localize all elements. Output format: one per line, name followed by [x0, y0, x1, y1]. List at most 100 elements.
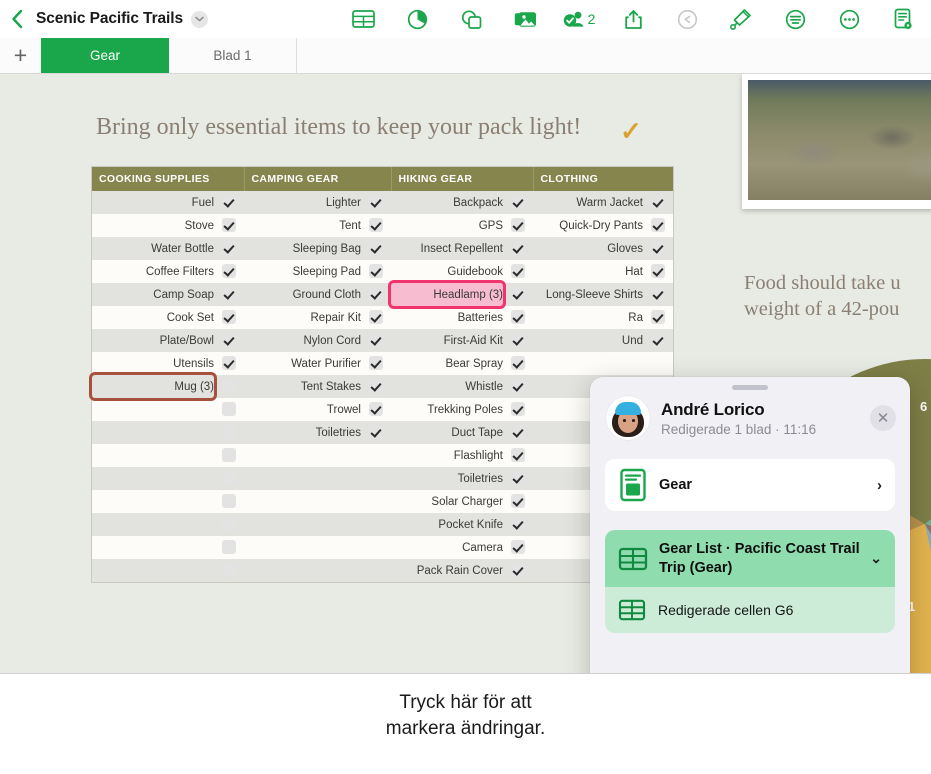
cell-camping[interactable]: Nylon Cord	[244, 329, 361, 352]
cell-hiking[interactable]: Backpack	[391, 191, 503, 214]
checkbox-cell-camping[interactable]	[361, 306, 391, 329]
checkbox-cell-hiking[interactable]	[503, 329, 533, 352]
cell-cooking[interactable]: Cook Set	[92, 306, 214, 329]
cell-cooking[interactable]	[92, 398, 214, 421]
activity-popover[interactable]: André Lorico Redigerade 1 blad · 11:16 ✕…	[590, 377, 910, 673]
cell-hiking[interactable]: Headlamp (3)	[388, 280, 506, 309]
cell-cooking[interactable]: Plate/Bowl	[92, 329, 214, 352]
checkbox-checked[interactable]	[651, 264, 665, 279]
table-row[interactable]: Camera	[92, 536, 673, 559]
format-brush-button[interactable]	[714, 0, 768, 38]
checkbox-unchecked[interactable]	[222, 402, 236, 417]
chevron-down-icon[interactable]: ⌄	[870, 550, 882, 567]
table-row[interactable]: TrowelTrekking PolesS	[92, 398, 673, 421]
checkbox-checked[interactable]	[369, 356, 383, 371]
checkbox-cell-cooking[interactable]	[214, 191, 244, 214]
checkbox-cell-camping[interactable]	[361, 260, 391, 283]
checkbox-cell-cooking[interactable]	[214, 352, 244, 375]
checkbox-checked[interactable]	[369, 218, 383, 233]
checkbox-checked[interactable]	[222, 333, 236, 348]
sheet-tab-gear[interactable]: Gear	[41, 38, 169, 73]
cell-camping[interactable]: Toiletries	[244, 421, 361, 444]
checkbox-checked[interactable]	[511, 333, 525, 348]
checkbox-checked[interactable]	[222, 218, 236, 233]
table-row[interactable]: Coffee Filters Sleeping Pad Guidebook Hat	[92, 260, 673, 283]
cell-hiking[interactable]: Batteries	[391, 306, 503, 329]
cell-hiking[interactable]: Flashlight	[391, 444, 503, 467]
cell-cooking[interactable]	[92, 421, 214, 444]
checkbox-checked[interactable]	[511, 287, 525, 302]
cell-hiking[interactable]: Guidebook	[391, 260, 503, 283]
sheet-tab-blad-1[interactable]: Blad 1	[169, 38, 297, 73]
cell-cooking[interactable]: Mug (3)	[89, 372, 217, 401]
cell-clothing[interactable]: Long-Sleeve Shirts	[533, 283, 643, 306]
checkbox-checked[interactable]	[222, 287, 236, 302]
cell-cooking[interactable]: Stove	[92, 214, 214, 237]
checkbox-unchecked[interactable]	[222, 494, 236, 509]
undo-button[interactable]	[660, 0, 714, 38]
checkbox-checked[interactable]	[369, 379, 383, 394]
cell-camping[interactable]	[244, 444, 361, 467]
checkbox-checked[interactable]	[511, 494, 525, 509]
checkbox-checked[interactable]	[369, 333, 383, 348]
checkbox-cell-camping[interactable]	[361, 536, 391, 559]
checkbox-cell-camping[interactable]	[361, 513, 391, 536]
checkbox-cell-hiking[interactable]	[503, 237, 533, 260]
close-icon[interactable]: ✕	[870, 405, 896, 431]
checkbox-checked[interactable]	[511, 310, 525, 325]
format-panel-button[interactable]	[768, 0, 822, 38]
checkbox-cell-cooking[interactable]	[214, 214, 244, 237]
checkbox-cell-hiking[interactable]	[503, 306, 533, 329]
checkbox-cell-clothing[interactable]	[643, 237, 673, 260]
checkbox-checked[interactable]	[511, 448, 525, 463]
sheet-canvas[interactable]: Bring only essential items to keep your …	[0, 74, 931, 674]
checkbox-cell-clothing[interactable]	[643, 283, 673, 306]
drag-handle[interactable]	[732, 385, 768, 390]
table-row[interactable]: Cook Set Repair Kit Batteries Ra	[92, 306, 673, 329]
checkbox-checked[interactable]	[369, 402, 383, 417]
share-button[interactable]	[606, 0, 660, 38]
checkbox-checked[interactable]	[369, 195, 383, 210]
cell-camping[interactable]: Tent Stakes	[244, 375, 361, 398]
cell-hiking[interactable]: Insect Repellent	[391, 237, 503, 260]
chevron-right-icon[interactable]: ›	[877, 477, 882, 494]
table-row[interactable]: Camp Soap Ground Cloth Headlamp (3) Long-Sl…	[92, 280, 673, 309]
checkbox-checked[interactable]	[511, 379, 525, 394]
checkbox-checked[interactable]	[511, 517, 525, 532]
checkbox-cell-hiking[interactable]	[503, 352, 533, 375]
table-row[interactable]: ToiletriesSung	[92, 467, 673, 490]
cell-hiking[interactable]: Camera	[391, 536, 503, 559]
cell-cooking[interactable]	[92, 559, 214, 582]
cell-cooking[interactable]: Water Bottle	[92, 237, 214, 260]
table-row[interactable]: Plate/Bowl Nylon Cord First-Aid Kit Und	[92, 329, 673, 352]
cell-hiking[interactable]: Solar Charger	[391, 490, 503, 513]
checkbox-cell-hiking[interactable]	[503, 536, 533, 559]
table-row[interactable]: Water Bottle Sleeping Bag Insect Repellent…	[92, 237, 673, 260]
checkbox-cell-camping[interactable]	[361, 237, 391, 260]
cell-clothing[interactable]: Gloves	[533, 237, 643, 260]
checkbox-cell-cooking[interactable]	[214, 260, 244, 283]
column-header-hiking[interactable]: HIKING GEAR	[391, 167, 534, 191]
checkbox-checked[interactable]	[369, 264, 383, 279]
collaborate-button[interactable]: 2	[552, 0, 606, 38]
checkbox-cell-hiking[interactable]	[503, 559, 533, 582]
checkbox-unchecked[interactable]	[222, 517, 236, 532]
checkbox-cell-cooking[interactable]	[214, 375, 244, 398]
gear-table[interactable]: COOKING SUPPLIES CAMPING GEAR HIKING GEA…	[89, 167, 673, 582]
checkbox-checked[interactable]	[511, 402, 525, 417]
checkbox-checked[interactable]	[511, 195, 525, 210]
checkbox-cell-hiking[interactable]	[503, 260, 533, 283]
checkbox-cell-hiking[interactable]	[503, 398, 533, 421]
checkbox-cell-cooking[interactable]	[214, 559, 244, 582]
cell-camping[interactable]: Trowel	[244, 398, 361, 421]
checkbox-checked[interactable]	[651, 310, 665, 325]
checkbox-checked[interactable]	[222, 195, 236, 210]
checkbox-empty[interactable]	[369, 494, 383, 508]
column-header-cooking[interactable]: COOKING SUPPLIES	[92, 167, 245, 191]
cell-camping[interactable]: Ground Cloth	[244, 283, 361, 306]
insert-shape-button[interactable]	[444, 0, 498, 38]
checkbox-cell-clothing[interactable]	[643, 329, 673, 352]
table-row[interactable]: Stove Tent GPS Quick-Dry Pants	[92, 214, 673, 237]
checkbox-checked[interactable]	[369, 425, 383, 440]
checkbox-cell-cooking[interactable]	[214, 283, 244, 306]
